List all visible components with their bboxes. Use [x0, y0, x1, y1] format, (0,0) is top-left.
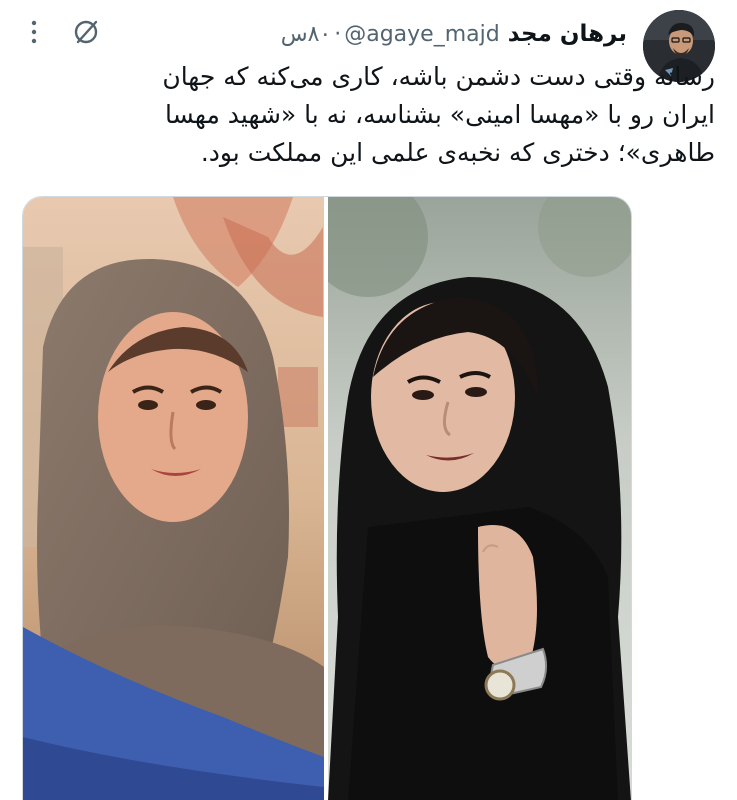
tweet-text: رسانه وقتی دست دشمن باشه، کاری می‌کنه که… — [60, 58, 715, 172]
grok-slash-circle-icon[interactable] — [70, 16, 102, 48]
tweet-card[interactable]: برهان مجد @agaye_majd · ۸۰س رسانه وقتی د… — [0, 0, 737, 800]
timestamp[interactable]: ۸۰س — [281, 22, 332, 47]
tweet-text-line: ایران رو با «مهسا امینی» بشناسه، نه با «… — [165, 100, 715, 129]
handle[interactable]: @agaye_majd — [344, 22, 499, 47]
media-photo-right[interactable] — [328, 197, 631, 800]
display-name[interactable]: برهان مجد — [508, 21, 627, 47]
tweet-text-line: طاهری»؛ دختری که نخبه‌ی علمی این مملکت ب… — [200, 138, 715, 167]
separator: · — [334, 21, 342, 47]
more-vertical-icon[interactable] — [28, 19, 40, 45]
tweet-text-line: رسانه وقتی دست دشمن باشه، کاری می‌کنه که… — [162, 62, 715, 91]
tweet-media[interactable] — [22, 196, 632, 800]
media-photo-left[interactable] — [23, 197, 324, 800]
photo-woman-headscarf — [23, 197, 324, 800]
tweet-header: برهان مجد @agaye_majd · ۸۰س — [20, 14, 627, 54]
photo-woman-black-scarf — [328, 197, 631, 800]
